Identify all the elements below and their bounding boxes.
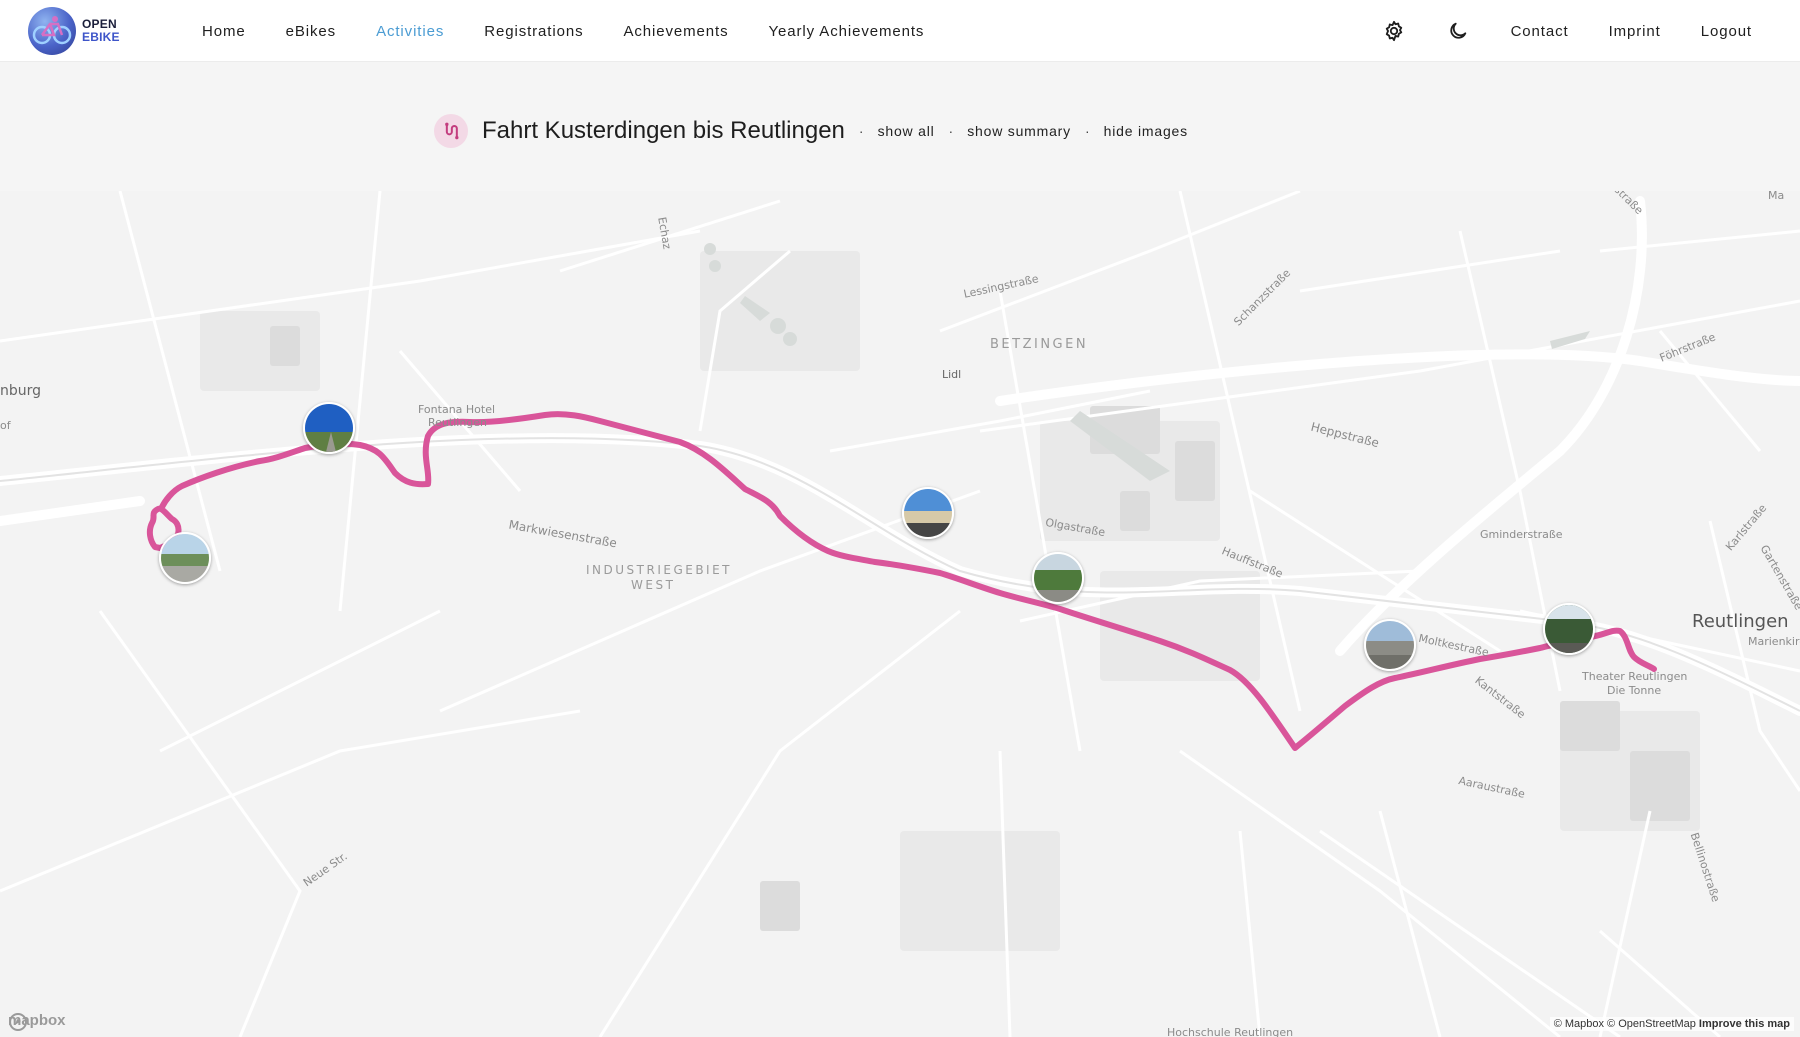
photo-thumbnail-5[interactable]	[1364, 619, 1416, 671]
map-label: Marienkirche	[1748, 635, 1800, 648]
photo-thumbnail-6[interactable]	[1543, 603, 1595, 655]
top-navbar: OPEN EBIKE Home eBikes Activities Regist…	[0, 0, 1800, 62]
map-label: Lidl	[942, 368, 962, 381]
activity-title: Fahrt Kusterdingen bis Reutlingen	[482, 117, 845, 144]
route-map[interactable]: nburg of Echaz Lessingstraße Schanzstraß…	[0, 191, 1800, 1037]
nav-yearly-achievements[interactable]: Yearly Achievements	[769, 23, 925, 40]
photo-thumbnail-4[interactable]	[1032, 552, 1084, 604]
mapbox-logo[interactable]: mapbox	[8, 1012, 66, 1031]
show-summary-link[interactable]: show summary	[967, 123, 1071, 139]
nav-ebikes[interactable]: eBikes	[286, 23, 336, 40]
nav-achievements[interactable]: Achievements	[624, 23, 729, 40]
map-label: of	[0, 419, 11, 432]
map-label-district: WEST	[631, 578, 676, 592]
gear-icon[interactable]	[1383, 20, 1405, 42]
nav-activities[interactable]: Activities	[376, 23, 444, 40]
separator: ·	[1084, 123, 1090, 139]
map-label: Reutlingen	[428, 416, 488, 429]
separator: ·	[948, 123, 954, 139]
map-label: nburg	[0, 383, 42, 399]
activity-title-row: Fahrt Kusterdingen bis Reutlingen · show…	[434, 110, 1188, 152]
map-attribution: © Mapbox © OpenStreetMap Improve this ma…	[1549, 1017, 1794, 1031]
map-label: Gminderstraße	[1480, 528, 1563, 541]
bike-logo-icon	[28, 7, 76, 55]
logo-line2: EBIKE	[82, 30, 120, 44]
route-icon	[434, 114, 468, 148]
nav-contact[interactable]: Contact	[1511, 23, 1569, 40]
hide-images-link[interactable]: hide images	[1104, 123, 1188, 139]
nav-logout[interactable]: Logout	[1701, 23, 1752, 40]
moon-icon[interactable]	[1447, 20, 1469, 42]
nav-imprint[interactable]: Imprint	[1609, 23, 1661, 40]
map-base	[0, 191, 1800, 1037]
map-label-district: BETZINGEN	[990, 337, 1089, 352]
map-label-city: Reutlingen	[1692, 611, 1789, 632]
nav-home[interactable]: Home	[202, 23, 246, 40]
mapbox-icon	[9, 1013, 27, 1031]
map-label: Fontana Hotel	[418, 403, 496, 416]
show-all-link[interactable]: show all	[878, 123, 935, 139]
map-label-district: INDUSTRIEGEBIET	[586, 563, 733, 577]
route-line	[146, 411, 1657, 751]
map-label: Hochschule Reutlingen	[1167, 1026, 1294, 1037]
photo-thumbnail-3[interactable]	[902, 487, 954, 539]
map-label: Die Tonne	[1607, 684, 1662, 697]
main-nav: Home eBikes Activities Registrations Ach…	[202, 0, 964, 62]
map-label: Ma	[1768, 191, 1785, 202]
nav-registrations[interactable]: Registrations	[484, 23, 583, 40]
photo-thumbnail-2[interactable]	[303, 402, 355, 454]
separator: ·	[858, 123, 864, 139]
attribution-text[interactable]: © Mapbox © OpenStreetMap	[1554, 1018, 1696, 1030]
home-logo[interactable]: OPEN EBIKE	[28, 6, 148, 56]
improve-map-link[interactable]: Improve this map	[1699, 1018, 1790, 1030]
map-label: Theater Reutlingen	[1582, 670, 1688, 683]
photo-thumbnail-1[interactable]	[159, 532, 211, 584]
right-nav: Contact Imprint Logout	[1383, 0, 1752, 62]
logo-text: OPEN EBIKE	[82, 18, 120, 44]
